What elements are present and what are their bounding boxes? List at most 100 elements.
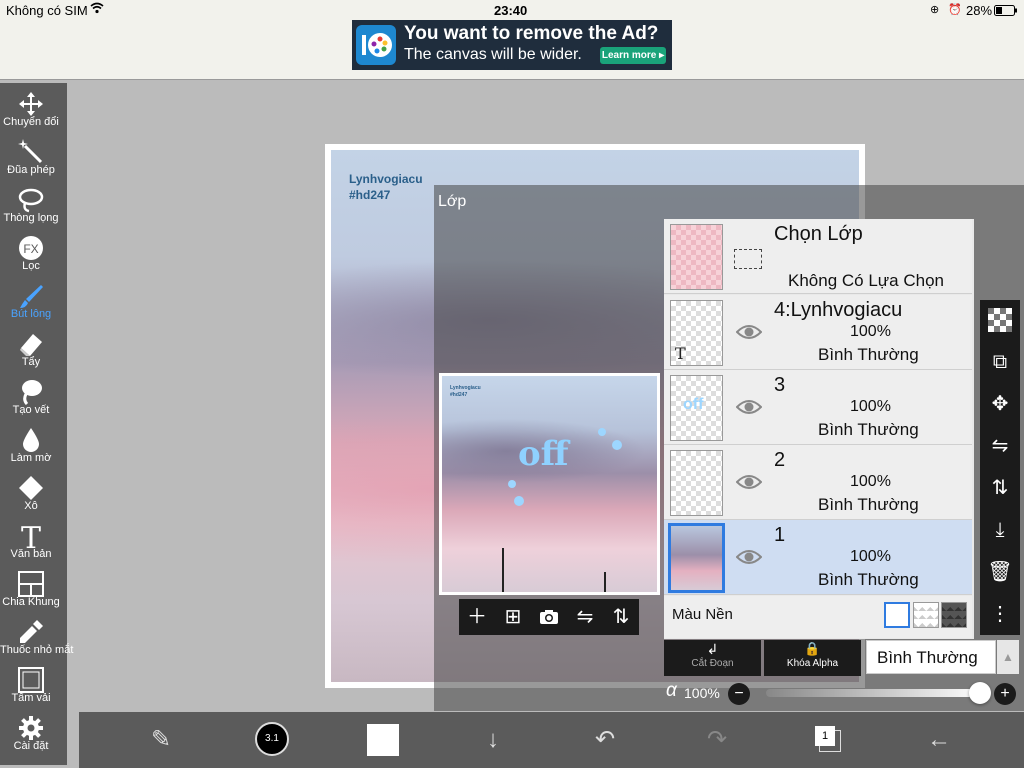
svg-text:T: T: [21, 522, 41, 550]
move-icon: [14, 90, 48, 118]
add-layer-copy-icon[interactable]: ⊞: [495, 599, 531, 635]
opacity-decrease-button[interactable]: −: [728, 683, 750, 705]
selection-layer-title: Chọn Lớp: [774, 223, 863, 245]
selection-layer-status: Không Có Lựa Chọn: [788, 271, 944, 290]
layer-row[interactable]: 1 100% Bình Thường: [664, 520, 972, 595]
redo-icon[interactable]: ↷: [699, 722, 735, 758]
layer-thumbnail: off: [670, 375, 723, 441]
alarm-icon: ⏰: [948, 4, 962, 16]
selection-thumbnail: [670, 224, 723, 290]
blend-mode-select[interactable]: Bình Thường: [866, 640, 996, 674]
street-lamp: [604, 572, 606, 592]
gear-icon: [14, 714, 48, 742]
layer-row[interactable]: 2 100% Bình Thường: [664, 445, 972, 520]
tool-fill[interactable]: Xô: [0, 474, 62, 512]
chevron-up-icon[interactable]: ▲: [997, 640, 1019, 674]
eye-icon[interactable]: [735, 470, 763, 494]
alpha-lock-button[interactable]: 🔒 Khóa Alpha: [764, 640, 861, 676]
layer-blend-mode: Bình Thường: [818, 345, 919, 364]
more-options-icon[interactable]: ⋮: [984, 598, 1016, 630]
tool-lasso[interactable]: Thòng lọng: [0, 186, 62, 224]
ad-banner[interactable]: You want to remove the Ad? The canvas wi…: [352, 20, 672, 70]
selection-layer-row[interactable]: Chọn Lớp Không Có Lựa Chọn: [664, 219, 972, 294]
tool-label: Chia Khung: [2, 596, 60, 608]
opacity-slider[interactable]: [766, 689, 984, 697]
rotation-lock-icon: ⊕: [930, 4, 940, 16]
transparency-checker-icon[interactable]: [984, 304, 1016, 336]
ad-title: You want to remove the Ad?: [404, 23, 659, 44]
tool-eraser[interactable]: Tẩy: [0, 330, 62, 368]
tool-canvas[interactable]: Tấm vải: [0, 666, 62, 704]
preview-watermark-name: Lynhvogiacu: [450, 385, 481, 391]
background-dark-swatch[interactable]: [941, 602, 967, 628]
tool-filter[interactable]: FX Lọc: [0, 234, 62, 272]
canvas-watermark-name: Lynhvogiacu: [349, 172, 423, 186]
smudge-icon: [14, 378, 48, 406]
layer-opacity: 100%: [850, 473, 891, 490]
add-layer-button[interactable]: ＋: [459, 599, 495, 635]
opacity-value: 100%: [684, 685, 720, 701]
arrow-down-icon[interactable]: ↓: [475, 722, 511, 758]
clipping-icon: ↲: [706, 641, 719, 657]
tool-brush[interactable]: Bút lông: [0, 282, 62, 320]
layer-opacity: 100%: [850, 548, 891, 565]
street-lamp: [502, 548, 504, 592]
tool-text[interactable]: T Văn bản: [0, 521, 62, 560]
tool-label: Cài đặt: [13, 740, 49, 752]
magic-wand-icon: [14, 138, 48, 166]
eye-icon[interactable]: [735, 545, 763, 569]
layer-blend-mode: Bình Thường: [818, 570, 919, 589]
back-arrow-icon[interactable]: ←: [921, 722, 957, 758]
eye-icon[interactable]: [735, 320, 763, 344]
trash-icon[interactable]: 🗑: [984, 556, 1016, 588]
bubble-dot: [514, 496, 524, 506]
move-icon[interactable]: ✥: [984, 388, 1016, 420]
layer-row[interactable]: T 4:Lynhvogiacu 100% Bình Thường: [664, 295, 972, 370]
opacity-increase-button[interactable]: +: [994, 683, 1016, 705]
tool-blur[interactable]: Làm mờ: [0, 426, 62, 464]
layer-move-icon[interactable]: ⧉: [984, 346, 1016, 378]
background-white-swatch[interactable]: [884, 602, 910, 628]
flip-vertical-icon[interactable]: ⇅: [603, 599, 639, 635]
layer-list: Chọn Lớp Không Có Lựa Chọn T 4:Lynhvogiac…: [664, 219, 974, 639]
flip-horizontal-icon[interactable]: ⇋: [984, 430, 1016, 462]
layer-row[interactable]: off 3 100% Bình Thường: [664, 370, 972, 445]
background-color-label: Màu Nền: [672, 606, 733, 623]
tool-frame[interactable]: Chia Khung: [0, 570, 62, 608]
tool-magic[interactable]: Đũa phép: [0, 138, 62, 176]
layer-thumbnail: [668, 523, 725, 593]
tool-settings[interactable]: Cài đặt: [0, 714, 62, 752]
tool-eyedrop[interactable]: Thuốc nhỏ mắt: [0, 618, 74, 656]
camera-icon[interactable]: [531, 599, 567, 635]
eye-icon[interactable]: [735, 395, 763, 419]
eyedropper-icon: [14, 618, 48, 646]
background-transparent-swatch[interactable]: [913, 602, 939, 628]
canvas-icon: [14, 666, 48, 694]
tool-label: Thuốc nhỏ mắt: [0, 644, 74, 656]
layers-button[interactable]: 1: [815, 726, 841, 752]
learn-more-button[interactable]: Learn more ▸: [600, 47, 666, 64]
brush-size-button[interactable]: 3.1: [255, 722, 289, 756]
lock-icon: 🔒: [804, 641, 821, 656]
undo-icon[interactable]: ↶: [587, 722, 623, 758]
opacity-slider-handle[interactable]: [969, 682, 991, 704]
fx-icon: FX: [14, 234, 48, 262]
tool-smudge[interactable]: Tạo vết: [0, 378, 62, 416]
flip-vertical-icon[interactable]: ⇅: [984, 472, 1016, 504]
layer-blend-mode: Bình Thường: [818, 495, 919, 514]
sticker-preview: off: [683, 396, 704, 413]
text-icon: T: [14, 521, 48, 556]
clipping-button[interactable]: ↲ Cắt Đoạn: [664, 640, 761, 676]
layer-name: 3: [774, 374, 786, 396]
tool-transform[interactable]: Chuyển đổi: [0, 90, 62, 128]
merge-down-icon[interactable]: ⤓: [984, 514, 1016, 546]
color-swatch-button[interactable]: [367, 724, 399, 756]
frame-divider-icon: [14, 570, 48, 598]
battery-icon: [994, 4, 1018, 19]
flip-horizontal-icon[interactable]: ⇋: [567, 599, 603, 635]
wifi-icon: [90, 2, 104, 17]
brush-icon: [14, 282, 48, 310]
layer-count: 1: [815, 726, 835, 746]
carrier-label: Không có SIM: [6, 3, 88, 18]
brush-eraser-toggle-icon[interactable]: ✎: [143, 722, 179, 758]
